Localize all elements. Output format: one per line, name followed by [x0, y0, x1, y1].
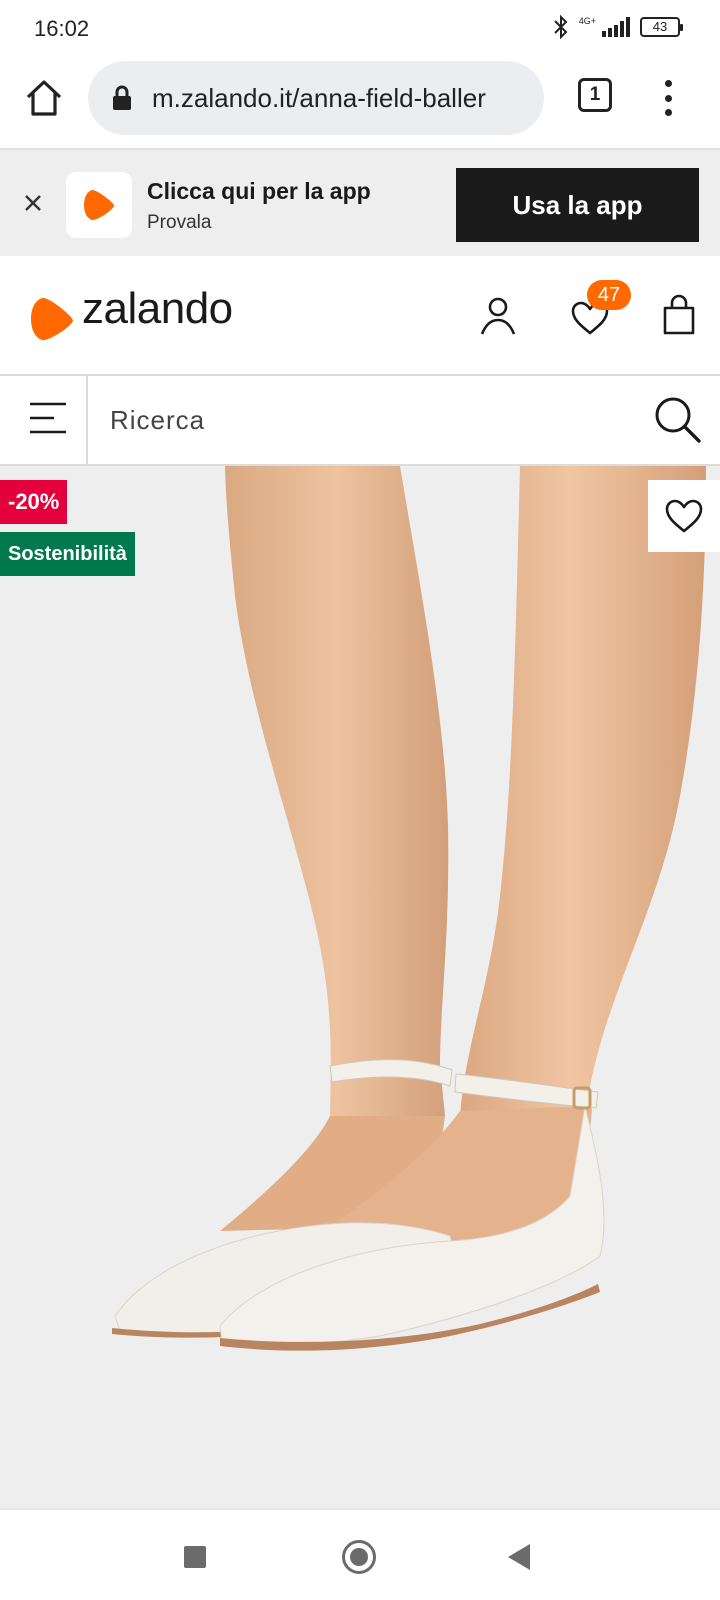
banner-subtitle: Provala [147, 212, 212, 233]
shopping-bag-icon[interactable] [662, 294, 696, 336]
search-divider [86, 376, 88, 464]
account-icon[interactable] [480, 296, 516, 336]
discount-badge: -20% [0, 480, 68, 524]
banner-title: Clicca qui per la app [147, 178, 371, 204]
signal-icon [602, 17, 630, 37]
add-to-wishlist-button[interactable] [648, 480, 720, 552]
search-bar [0, 376, 720, 466]
zalando-logo-text[interactable]: zalando [82, 284, 233, 334]
overflow-menu-icon[interactable] [658, 78, 678, 118]
status-time: 16:02 [34, 16, 90, 41]
status-icons: 4G+ 43 [553, 14, 683, 40]
site-header: zalando 47 [0, 256, 720, 376]
search-input[interactable] [110, 398, 610, 442]
battery-level: 43 [652, 19, 668, 34]
heart-icon [665, 499, 703, 533]
home-icon[interactable] [24, 78, 64, 118]
wishlist-count-badge: 47 [587, 280, 631, 310]
lock-icon [113, 85, 131, 110]
tabs-icon[interactable]: 1 [578, 78, 612, 112]
use-app-button[interactable]: Usa la app [456, 168, 699, 242]
url-text[interactable]: m.zalando.it/anna-field-baller [152, 83, 486, 114]
network-type: 4G+ [578, 15, 596, 26]
status-bar: 16:02 4G+ 43 [0, 0, 720, 56]
bluetooth-icon [554, 14, 568, 40]
close-icon[interactable] [20, 190, 46, 216]
battery-icon: 43 [640, 17, 683, 37]
app-install-banner: Clicca qui per la app Provala Usa la app [0, 148, 720, 256]
address-bar[interactable]: m.zalando.it/anna-field-baller [88, 61, 544, 135]
system-navigation-bar [0, 1508, 720, 1600]
tab-count: 1 [589, 84, 601, 105]
sustainability-badge: Sostenibilità [0, 532, 135, 576]
hamburger-menu-icon[interactable] [28, 398, 68, 438]
recent-apps-icon[interactable] [184, 1546, 206, 1568]
zalando-app-logo [66, 172, 132, 238]
product-photo[interactable] [0, 466, 720, 1508]
zalando-logo-icon[interactable] [30, 296, 74, 342]
product-image-gallery[interactable]: -20% Sostenibilità [0, 466, 720, 1508]
search-icon[interactable] [652, 394, 702, 444]
browser-toolbar: m.zalando.it/anna-field-baller 1 [0, 56, 720, 148]
back-icon[interactable] [508, 1544, 530, 1570]
home-circle-icon[interactable] [342, 1540, 376, 1574]
